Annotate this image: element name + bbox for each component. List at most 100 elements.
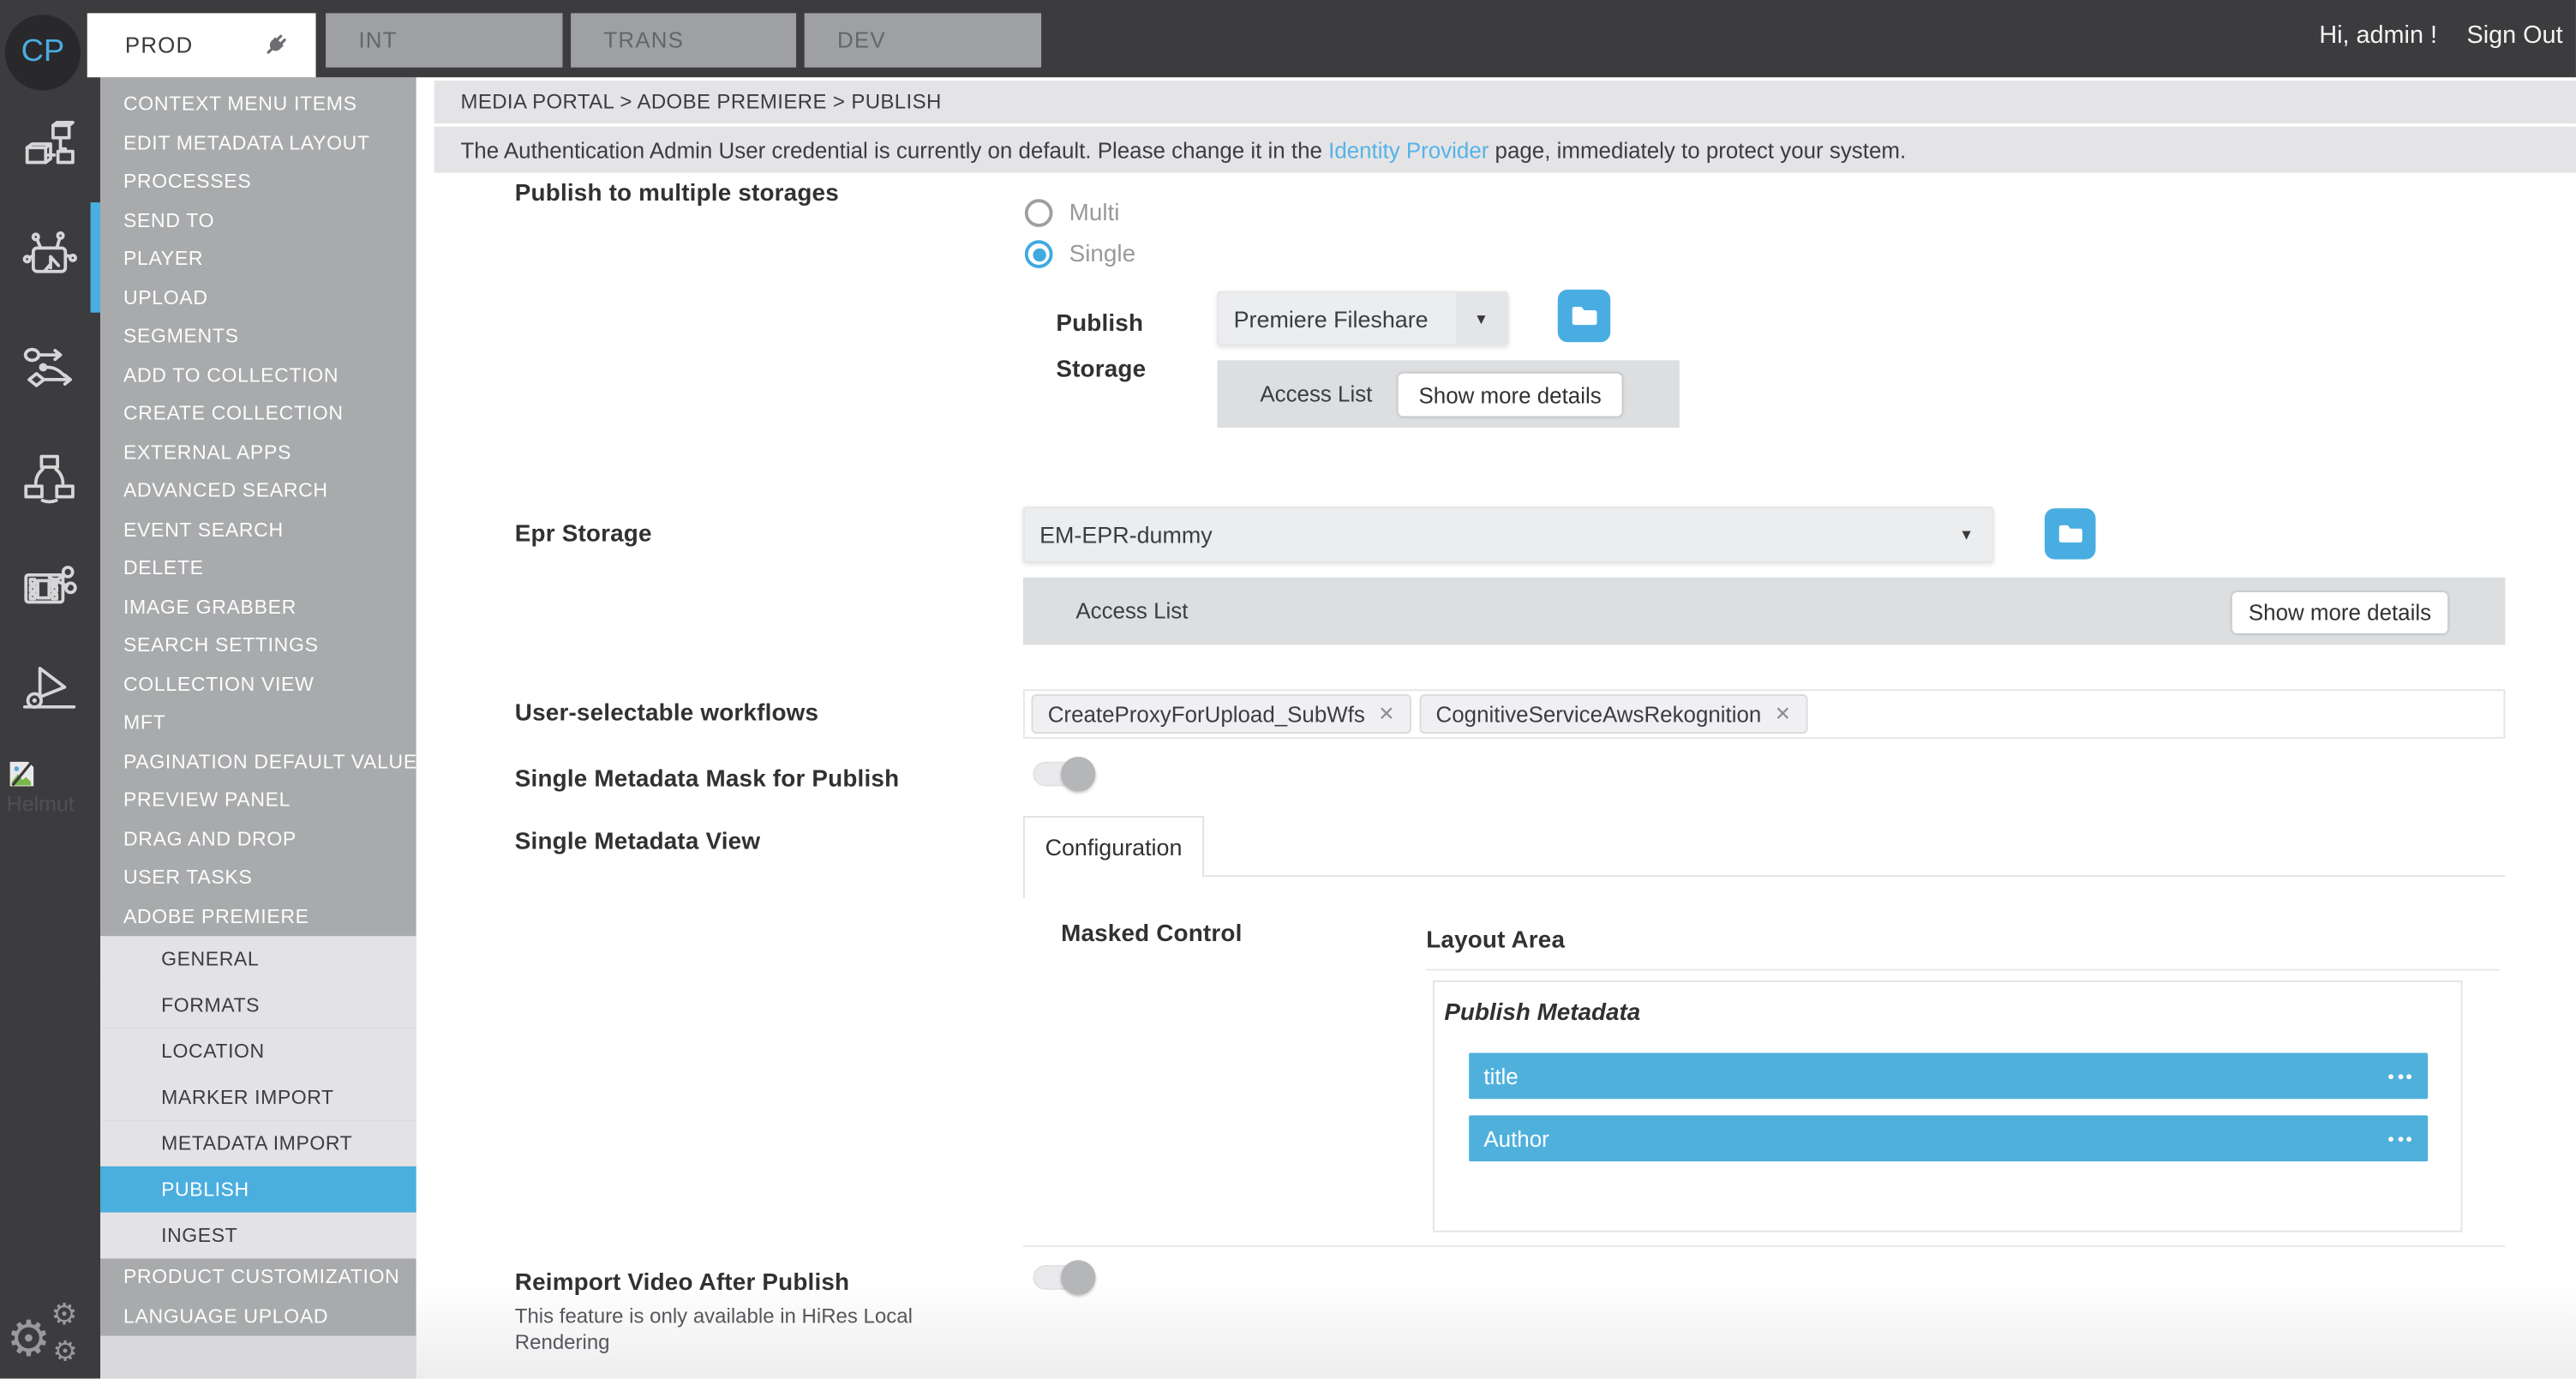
tab-dev[interactable]: DEV (805, 13, 1041, 67)
greeting-text: Hi, admin ! (2319, 21, 2437, 50)
sidebar-item[interactable]: COLLECTION VIEW (100, 665, 416, 704)
folder-icon (2057, 523, 2083, 544)
radio-multi[interactable] (1025, 199, 1053, 227)
section-divider (1023, 1245, 2505, 1247)
sidebar-item[interactable]: EXTERNAL APPS (100, 434, 416, 472)
workflow-chip[interactable]: CreateProxyForUpload_SubWfs ✕ (1032, 694, 1411, 734)
metadata-field-row[interactable]: Author (1469, 1115, 2428, 1161)
reimport-note: This feature is only available in HiRes … (515, 1304, 926, 1356)
sidebar-subitem[interactable]: MARKER IMPORT (100, 1074, 416, 1120)
top-bar: INT TRANS DEV Hi, admin ! Sign Out (0, 0, 2576, 77)
breadcrumb-bar: MEDIA PORTAL > ADOBE PREMIERE > PUBLISH (434, 81, 2576, 123)
publish-storage-dropdown[interactable]: Premiere Fileshare ▼ (1217, 291, 1508, 345)
sidebar-item[interactable]: SEGMENTS (100, 317, 416, 356)
tab-int[interactable]: INT (326, 13, 562, 67)
panel-edge (1023, 875, 1025, 898)
settings-gears-icon[interactable]: ⚙ ⚙ ⚙ (7, 1299, 93, 1375)
reimport-toggle[interactable] (1033, 1265, 1088, 1290)
tab-prod[interactable]: PROD (87, 13, 316, 77)
sidebar-item[interactable]: IMAGE GRABBER (100, 588, 416, 627)
field-label: title (1469, 1064, 1519, 1088)
show-more-details-button[interactable]: Show more details (1399, 374, 1622, 417)
workflow-chip[interactable]: CognitiveServiceAwsRekognition ✕ (1419, 694, 1807, 734)
sidebar-item[interactable]: PRODUCT CUSTOMIZATION (100, 1258, 416, 1297)
active-section-indicator (91, 202, 101, 313)
remove-chip-icon[interactable]: ✕ (1775, 703, 1791, 726)
warning-text-post: page, immediately to protect your system… (1489, 137, 1906, 162)
epr-storage-dropdown[interactable]: EM-EPR-dummy ▼ (1023, 507, 1994, 562)
layout-area-box: Publish Metadata title Author (1433, 980, 2463, 1232)
epr-access-list-box: Access List Show more details (1023, 578, 2505, 645)
warning-text: The Authentication Admin User credential… (460, 137, 1328, 162)
tab-divider (1204, 875, 2505, 877)
sidebar-item[interactable]: ADD TO COLLECTION (100, 357, 416, 395)
sidebar-item[interactable]: SEARCH SETTINGS (100, 627, 416, 665)
ellipsis-menu-icon[interactable] (2388, 1136, 2411, 1142)
sidebar-filler (100, 1336, 416, 1379)
plug-icon (258, 27, 294, 68)
chevron-down-icon: ▼ (1456, 293, 1507, 345)
sidebar-subitem[interactable]: FORMATS (100, 982, 416, 1028)
sidebar-subitem[interactable]: PUBLISH (100, 1166, 416, 1213)
metadata-field-row[interactable]: title (1469, 1052, 2428, 1099)
sidebar-item[interactable]: DELETE (100, 549, 416, 588)
icon-rail: Helmut ⚙ ⚙ ⚙ (0, 0, 100, 1379)
sidebar-item[interactable]: PLAYER (100, 240, 416, 279)
sidebar-subitem[interactable]: INGEST (100, 1213, 416, 1259)
modules-icon[interactable] (20, 117, 79, 176)
sidebar-item[interactable]: ADVANCED SEARCH (100, 472, 416, 511)
sidebar-item[interactable]: UPLOAD (100, 279, 416, 317)
portal-config-icon[interactable] (20, 227, 79, 286)
sidebar-item[interactable]: LANGUAGE UPLOAD (100, 1298, 416, 1336)
ellipsis-menu-icon[interactable] (2388, 1074, 2411, 1079)
sidebar-subitem[interactable]: LOCATION (100, 1028, 416, 1075)
sidebar-item[interactable]: CONTEXT MENU ITEMS (100, 86, 416, 124)
identity-provider-link[interactable]: Identity Provider (1328, 137, 1489, 162)
sidebar-item[interactable]: PROCESSES (100, 163, 416, 201)
sidebar-item[interactable]: EVENT SEARCH (100, 511, 416, 549)
radio-single-label: Single (1069, 242, 1135, 268)
breadcrumb: MEDIA PORTAL > ADOBE PREMIERE > PUBLISH (434, 91, 942, 114)
sidebar-item[interactable]: DRAG AND DROP (100, 820, 416, 859)
sidebar-item[interactable]: PREVIEW PANEL (100, 782, 416, 820)
essence-icon[interactable] (20, 558, 79, 617)
access-list-label: Access List (1260, 381, 1372, 406)
collections-icon[interactable] (20, 449, 79, 508)
chip-label: CreateProxyForUpload_SubWfs (1048, 702, 1365, 727)
radio-multi-label: Multi (1069, 201, 1120, 227)
single-mask-toggle[interactable] (1033, 762, 1088, 787)
sidebar-main-items: CONTEXT MENU ITEMSEDIT METADATA LAYOUTPR… (100, 86, 416, 936)
sidebar-item[interactable]: EDIT METADATA LAYOUT (100, 124, 416, 163)
helmut-label: Helmut (7, 791, 75, 816)
workflows-input[interactable]: CreateProxyForUpload_SubWfs ✕ CognitiveS… (1023, 689, 2505, 739)
sidebar-item[interactable]: PAGINATION DEFAULT VALUE (100, 743, 416, 782)
toggle-knob (1061, 1260, 1095, 1294)
remove-chip-icon[interactable]: ✕ (1378, 703, 1394, 726)
sidebar-subitem[interactable]: METADATA IMPORT (100, 1120, 416, 1166)
app-logo[interactable]: CP (5, 15, 81, 90)
tab-trans[interactable]: TRANS (571, 13, 796, 67)
sign-out-link[interactable]: Sign Out (2467, 21, 2563, 50)
design-icon[interactable] (20, 658, 79, 717)
chip-label: CognitiveServiceAwsRekognition (1436, 702, 1762, 727)
epr-storage-browse-button[interactable] (2045, 508, 2096, 560)
radio-single[interactable] (1025, 240, 1053, 268)
publish-access-list-box: Access List Show more details (1217, 360, 1679, 428)
publish-storage-browse-button[interactable] (1558, 290, 1610, 342)
layout-area-heading: Layout Area (1426, 928, 1565, 955)
show-more-details-button[interactable]: Show more details (2232, 592, 2447, 633)
sidebar-item[interactable]: ADOBE PREMIERE (100, 897, 416, 936)
tab-prod-label: PROD (125, 33, 193, 57)
sidebar-item[interactable]: MFT (100, 704, 416, 743)
publish-storage-label: Publish Storage (1056, 301, 1174, 393)
access-list-label: Access List (1075, 599, 1188, 624)
sidebar-item[interactable]: SEND TO (100, 201, 416, 240)
sidebar-item[interactable]: CREATE COLLECTION (100, 395, 416, 434)
sidebar-subitem[interactable]: GENERAL (100, 936, 416, 982)
multi-storage-label: Publish to multiple storages (515, 181, 839, 207)
tab-configuration[interactable]: Configuration (1023, 816, 1204, 877)
sidebar-item[interactable]: USER TASKS (100, 859, 416, 897)
workflow-icon[interactable] (20, 339, 79, 398)
folder-icon (1570, 304, 1598, 327)
settings-sidebar: CONTEXT MENU ITEMSEDIT METADATA LAYOUTPR… (100, 77, 416, 1378)
